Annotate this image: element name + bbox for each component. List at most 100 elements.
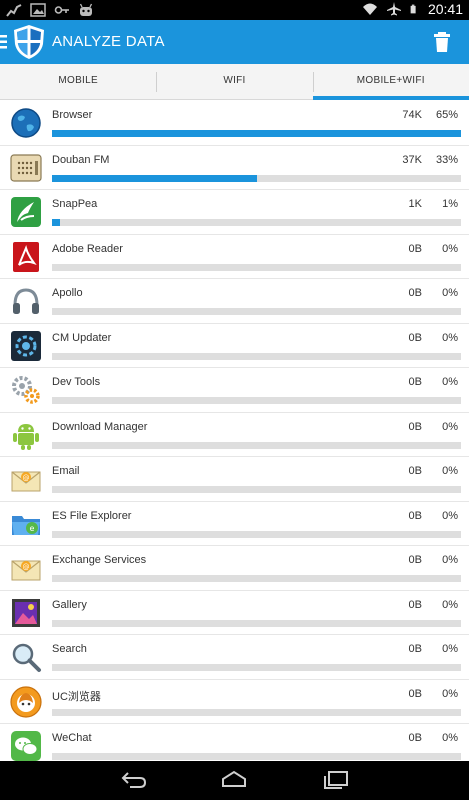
pdf-icon [13, 241, 39, 272]
usage-bar [52, 441, 461, 449]
usage-bar [52, 486, 461, 493]
list-item[interactable]: Douban FM 37K 33% [0, 146, 469, 190]
app-name: CM Updater [52, 331, 112, 344]
trash-icon[interactable] [433, 32, 451, 52]
data-percent: 0% [442, 554, 458, 566]
data-percent: 0% [442, 732, 458, 744]
wifi-icon [362, 3, 377, 15]
android-robot-icon [13, 423, 39, 450]
list-item[interactable]: e ES File Explorer 0B 0% [0, 502, 469, 546]
list-item[interactable]: WeChat 0B 0% [0, 724, 469, 761]
headphones-icon [13, 288, 39, 314]
android-icon [79, 3, 93, 16]
envelope-icon: @ [11, 560, 41, 581]
usage-bar-fill [52, 130, 461, 137]
data-percent: 0% [442, 287, 458, 299]
usage-bar [52, 219, 461, 226]
data-percent: 0% [442, 598, 458, 611]
status-bar: 20:41 [0, 0, 469, 20]
list-item[interactable]: Apollo 0B 0% [0, 279, 469, 324]
action-bar: ANALYZE DATA [0, 20, 469, 64]
tab-mobile[interactable]: MOBILE [0, 64, 156, 99]
list-item[interactable]: @ Email 0B 0% [0, 457, 469, 502]
tab-wifi[interactable]: WIFI [156, 64, 312, 99]
app-name: Browser [52, 109, 93, 121]
data-percent: 0% [442, 509, 458, 522]
svg-text:@: @ [23, 474, 30, 482]
updater-gear-icon [11, 330, 41, 361]
app-name: Exchange Services [52, 554, 147, 566]
data-percent: 0% [442, 376, 458, 388]
app-name: Search [52, 643, 87, 655]
usage-bar [52, 352, 461, 360]
app-name: Apollo [52, 287, 83, 299]
data-percent: 1% [442, 198, 458, 210]
app-name: UC浏览器 [52, 690, 101, 703]
snappea-icon [11, 197, 41, 227]
data-size: 0B [408, 420, 422, 433]
list-item[interactable]: Dev Tools 0B 0% [0, 368, 469, 413]
list-item[interactable]: UC浏览器 0B 0% [0, 680, 469, 724]
magnifier-icon [12, 643, 41, 672]
svg-text:@: @ [23, 563, 30, 571]
app-name: Douban FM [52, 153, 110, 166]
usage-bar [52, 130, 461, 137]
data-percent: 0% [442, 465, 458, 477]
data-percent: 0% [442, 242, 458, 255]
app-name: Download Manager [52, 420, 148, 433]
data-size: 37K [402, 153, 422, 166]
app-name: ES File Explorer [52, 509, 132, 522]
usage-bar-fill [52, 174, 257, 182]
list-item[interactable]: @ Exchange Services 0B 0% [0, 546, 469, 591]
app-usage-list: Browser 74K 65% Douban FM 37K 33% SnapPe… [0, 101, 469, 761]
data-percent: 65% [435, 109, 458, 121]
data-size: 0B [408, 376, 422, 388]
app-name: Adobe Reader [52, 242, 123, 255]
list-item[interactable]: Adobe Reader 0B 0% [0, 235, 469, 279]
data-size: 0B [408, 287, 422, 299]
data-percent: 0% [442, 331, 458, 344]
list-item[interactable]: Gallery 0B 0% [0, 591, 469, 635]
data-size: 0B [408, 687, 422, 700]
data-size: 0B [408, 331, 422, 344]
back-icon[interactable] [120, 769, 148, 791]
app-name: WeChat [52, 732, 92, 744]
usage-bar [52, 575, 461, 582]
image-icon [30, 3, 46, 17]
globe-icon [11, 108, 41, 138]
data-size: 1K [408, 198, 422, 210]
app-name: SnapPea [52, 198, 98, 210]
recent-apps-icon[interactable] [322, 769, 350, 791]
data-size: 0B [408, 465, 422, 477]
data-size: 0B [408, 598, 422, 611]
list-item[interactable]: Browser 74K 65% [0, 101, 469, 146]
shield-logo-icon[interactable] [12, 24, 46, 60]
usage-bar [52, 308, 461, 315]
list-item[interactable]: Download Manager 0B 0% [0, 413, 469, 457]
home-icon[interactable] [220, 769, 248, 791]
usage-bar [52, 530, 461, 538]
data-size: 0B [408, 643, 422, 655]
usage-bar [52, 753, 461, 760]
gears-icon [12, 376, 40, 404]
usage-bar [52, 263, 461, 271]
battery-icon [410, 4, 416, 14]
menu-icon[interactable] [0, 34, 8, 50]
navigation-bar [0, 761, 469, 800]
usage-bar [52, 397, 461, 404]
chat-bubbles-icon [11, 731, 41, 761]
picture-icon [12, 598, 40, 627]
list-item[interactable]: SnapPea 1K 1% [0, 190, 469, 235]
data-percent: 0% [442, 420, 458, 433]
radio-icon [10, 153, 42, 182]
page-title: ANALYZE DATA [52, 33, 165, 50]
data-size: 0B [408, 509, 422, 522]
app-name: Dev Tools [52, 376, 101, 388]
list-item[interactable]: Search 0B 0% [0, 635, 469, 680]
data-size: 0B [408, 732, 422, 744]
data-size: 0B [408, 242, 422, 255]
uc-squirrel-icon [10, 685, 42, 718]
airplane-icon [386, 2, 401, 16]
tab-mobile-wifi[interactable]: MOBILE+WIFI [312, 64, 469, 100]
list-item[interactable]: CM Updater 0B 0% [0, 324, 469, 368]
